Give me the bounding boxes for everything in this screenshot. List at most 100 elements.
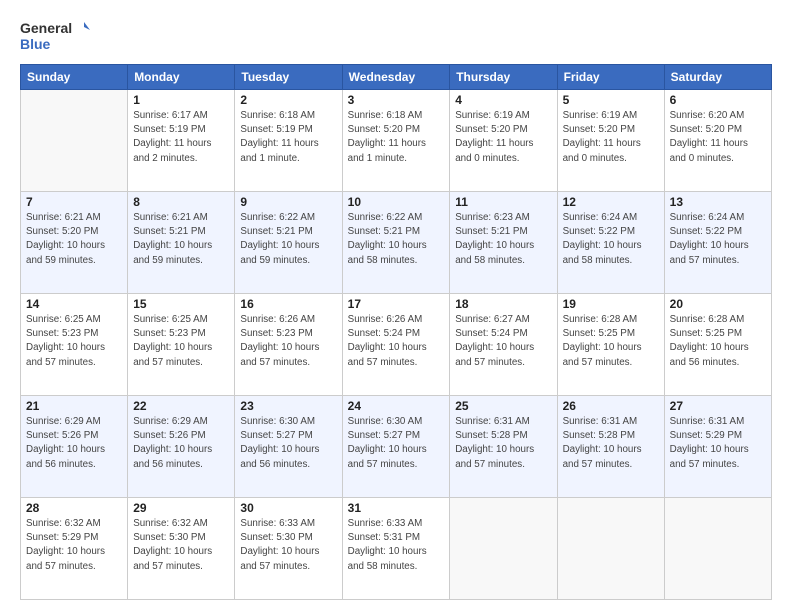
day-number: 4 bbox=[455, 93, 551, 107]
day-number: 15 bbox=[133, 297, 229, 311]
day-info: Sunrise: 6:33 AM Sunset: 5:31 PM Dayligh… bbox=[348, 517, 445, 574]
day-number: 14 bbox=[26, 297, 122, 311]
calendar-cell: 31 Sunrise: 6:33 AM Sunset: 5:31 PM Dayli… bbox=[342, 498, 450, 600]
calendar-cell: 8Sunrise: 6:21 AM Sunset: 5:21 PM Daylig… bbox=[128, 192, 235, 294]
day-number: 6 bbox=[670, 93, 766, 107]
calendar-cell: 18 Sunrise: 6:27 AM Sunset: 5:24 PM Dayli… bbox=[450, 294, 557, 396]
col-header-thursday: Thursday bbox=[450, 65, 557, 90]
calendar-table: SundayMondayTuesdayWednesdayThursdayFrid… bbox=[20, 64, 772, 600]
calendar-cell: 7 Sunrise: 6:21 AM Sunset: 5:20 PM Daylig… bbox=[21, 192, 128, 294]
day-info: Sunrise: 6:22 AM Sunset: 5:21 PM Dayligh… bbox=[240, 211, 336, 268]
day-number: 31 bbox=[348, 501, 445, 515]
day-number: 13 bbox=[670, 195, 766, 209]
day-number: 27 bbox=[670, 399, 766, 413]
calendar-cell: 3 Sunrise: 6:18 AM Sunset: 5:20 PM Daylig… bbox=[342, 90, 450, 192]
day-number: 22 bbox=[133, 399, 229, 413]
day-number: 9 bbox=[240, 195, 336, 209]
calendar-cell: 11 Sunrise: 6:23 AM Sunset: 5:21 PM Dayli… bbox=[450, 192, 557, 294]
calendar-cell: 21 Sunrise: 6:29 AM Sunset: 5:26 PM Dayli… bbox=[21, 396, 128, 498]
logo: General Blue bbox=[20, 16, 90, 56]
logo-svg: General Blue bbox=[20, 16, 90, 56]
day-info: Sunrise: 6:31 AM Sunset: 5:28 PM Dayligh… bbox=[563, 415, 659, 472]
calendar-cell: 12Sunrise: 6:24 AM Sunset: 5:22 PM Dayli… bbox=[557, 192, 664, 294]
day-info: Sunrise: 6:25 AM Sunset: 5:23 PM Dayligh… bbox=[26, 313, 122, 370]
day-info: Sunrise: 6:24 AM Sunset: 5:22 PM Dayligh… bbox=[670, 211, 766, 268]
col-header-friday: Friday bbox=[557, 65, 664, 90]
day-info: Sunrise: 6:25 AM Sunset: 5:23 PM Dayligh… bbox=[133, 313, 229, 370]
col-header-saturday: Saturday bbox=[664, 65, 771, 90]
calendar-cell: 25Sunrise: 6:31 AM Sunset: 5:28 PM Dayli… bbox=[450, 396, 557, 498]
day-number: 3 bbox=[348, 93, 445, 107]
day-info: Sunrise: 6:28 AM Sunset: 5:25 PM Dayligh… bbox=[670, 313, 766, 370]
day-info: Sunrise: 6:19 AM Sunset: 5:20 PM Dayligh… bbox=[455, 109, 551, 166]
day-info: Sunrise: 6:21 AM Sunset: 5:21 PM Dayligh… bbox=[133, 211, 229, 268]
day-info: Sunrise: 6:30 AM Sunset: 5:27 PM Dayligh… bbox=[348, 415, 445, 472]
calendar-cell: 30 Sunrise: 6:33 AM Sunset: 5:30 PM Dayli… bbox=[235, 498, 342, 600]
day-number: 29 bbox=[133, 501, 229, 515]
col-header-sunday: Sunday bbox=[21, 65, 128, 90]
day-info: Sunrise: 6:18 AM Sunset: 5:20 PM Dayligh… bbox=[348, 109, 445, 166]
day-info: Sunrise: 6:19 AM Sunset: 5:20 PM Dayligh… bbox=[563, 109, 659, 166]
calendar-cell: 29 Sunrise: 6:32 AM Sunset: 5:30 PM Dayli… bbox=[128, 498, 235, 600]
day-info: Sunrise: 6:21 AM Sunset: 5:20 PM Dayligh… bbox=[26, 211, 122, 268]
day-number: 26 bbox=[563, 399, 659, 413]
day-info: Sunrise: 6:27 AM Sunset: 5:24 PM Dayligh… bbox=[455, 313, 551, 370]
day-number: 30 bbox=[240, 501, 336, 515]
svg-text:Blue: Blue bbox=[20, 36, 51, 52]
day-number: 28 bbox=[26, 501, 122, 515]
calendar-cell bbox=[557, 498, 664, 600]
day-info: Sunrise: 6:30 AM Sunset: 5:27 PM Dayligh… bbox=[240, 415, 336, 472]
calendar-cell: 4 Sunrise: 6:19 AM Sunset: 5:20 PM Daylig… bbox=[450, 90, 557, 192]
calendar-cell: 13 Sunrise: 6:24 AM Sunset: 5:22 PM Dayli… bbox=[664, 192, 771, 294]
day-info: Sunrise: 6:22 AM Sunset: 5:21 PM Dayligh… bbox=[348, 211, 445, 268]
calendar-cell: 27 Sunrise: 6:31 AM Sunset: 5:29 PM Dayli… bbox=[664, 396, 771, 498]
day-info: Sunrise: 6:31 AM Sunset: 5:29 PM Dayligh… bbox=[670, 415, 766, 472]
calendar-cell: 9 Sunrise: 6:22 AM Sunset: 5:21 PM Daylig… bbox=[235, 192, 342, 294]
calendar-cell: 14 Sunrise: 6:25 AM Sunset: 5:23 PM Dayli… bbox=[21, 294, 128, 396]
calendar-cell: 2 Sunrise: 6:18 AM Sunset: 5:19 PM Daylig… bbox=[235, 90, 342, 192]
day-info: Sunrise: 6:26 AM Sunset: 5:23 PM Dayligh… bbox=[240, 313, 336, 370]
day-number: 2 bbox=[240, 93, 336, 107]
calendar-cell: 5 Sunrise: 6:19 AM Sunset: 5:20 PM Daylig… bbox=[557, 90, 664, 192]
day-number: 25 bbox=[455, 399, 551, 413]
calendar-cell: 16Sunrise: 6:26 AM Sunset: 5:23 PM Dayli… bbox=[235, 294, 342, 396]
day-info: Sunrise: 6:23 AM Sunset: 5:21 PM Dayligh… bbox=[455, 211, 551, 268]
day-info: Sunrise: 6:33 AM Sunset: 5:30 PM Dayligh… bbox=[240, 517, 336, 574]
day-number: 7 bbox=[26, 195, 122, 209]
day-info: Sunrise: 6:20 AM Sunset: 5:20 PM Dayligh… bbox=[670, 109, 766, 166]
calendar-cell: 23 Sunrise: 6:30 AM Sunset: 5:27 PM Dayli… bbox=[235, 396, 342, 498]
day-number: 21 bbox=[26, 399, 122, 413]
day-info: Sunrise: 6:32 AM Sunset: 5:30 PM Dayligh… bbox=[133, 517, 229, 574]
day-number: 12 bbox=[563, 195, 659, 209]
day-number: 10 bbox=[348, 195, 445, 209]
calendar-cell: 10 Sunrise: 6:22 AM Sunset: 5:21 PM Dayli… bbox=[342, 192, 450, 294]
day-info: Sunrise: 6:28 AM Sunset: 5:25 PM Dayligh… bbox=[563, 313, 659, 370]
col-header-tuesday: Tuesday bbox=[235, 65, 342, 90]
calendar-cell: 20 Sunrise: 6:28 AM Sunset: 5:25 PM Dayli… bbox=[664, 294, 771, 396]
day-number: 5 bbox=[563, 93, 659, 107]
calendar-cell: 15 Sunrise: 6:25 AM Sunset: 5:23 PM Dayli… bbox=[128, 294, 235, 396]
calendar-cell: 17Sunrise: 6:26 AM Sunset: 5:24 PM Dayli… bbox=[342, 294, 450, 396]
day-number: 11 bbox=[455, 195, 551, 209]
calendar-cell: 1 Sunrise: 6:17 AM Sunset: 5:19 PM Daylig… bbox=[128, 90, 235, 192]
day-number: 1 bbox=[133, 93, 229, 107]
day-info: Sunrise: 6:29 AM Sunset: 5:26 PM Dayligh… bbox=[26, 415, 122, 472]
day-number: 23 bbox=[240, 399, 336, 413]
page-header: General Blue bbox=[20, 16, 772, 56]
calendar-cell bbox=[664, 498, 771, 600]
svg-text:General: General bbox=[20, 20, 72, 36]
day-info: Sunrise: 6:17 AM Sunset: 5:19 PM Dayligh… bbox=[133, 109, 229, 166]
day-number: 18 bbox=[455, 297, 551, 311]
calendar-cell: 19Sunrise: 6:28 AM Sunset: 5:25 PM Dayli… bbox=[557, 294, 664, 396]
calendar-cell bbox=[21, 90, 128, 192]
col-header-wednesday: Wednesday bbox=[342, 65, 450, 90]
calendar-cell: 26 Sunrise: 6:31 AM Sunset: 5:28 PM Dayli… bbox=[557, 396, 664, 498]
calendar-cell: 28 Sunrise: 6:32 AM Sunset: 5:29 PM Dayli… bbox=[21, 498, 128, 600]
col-header-monday: Monday bbox=[128, 65, 235, 90]
day-info: Sunrise: 6:32 AM Sunset: 5:29 PM Dayligh… bbox=[26, 517, 122, 574]
day-info: Sunrise: 6:29 AM Sunset: 5:26 PM Dayligh… bbox=[133, 415, 229, 472]
day-number: 20 bbox=[670, 297, 766, 311]
day-number: 17 bbox=[348, 297, 445, 311]
day-info: Sunrise: 6:18 AM Sunset: 5:19 PM Dayligh… bbox=[240, 109, 336, 166]
calendar-cell: 24Sunrise: 6:30 AM Sunset: 5:27 PM Dayli… bbox=[342, 396, 450, 498]
